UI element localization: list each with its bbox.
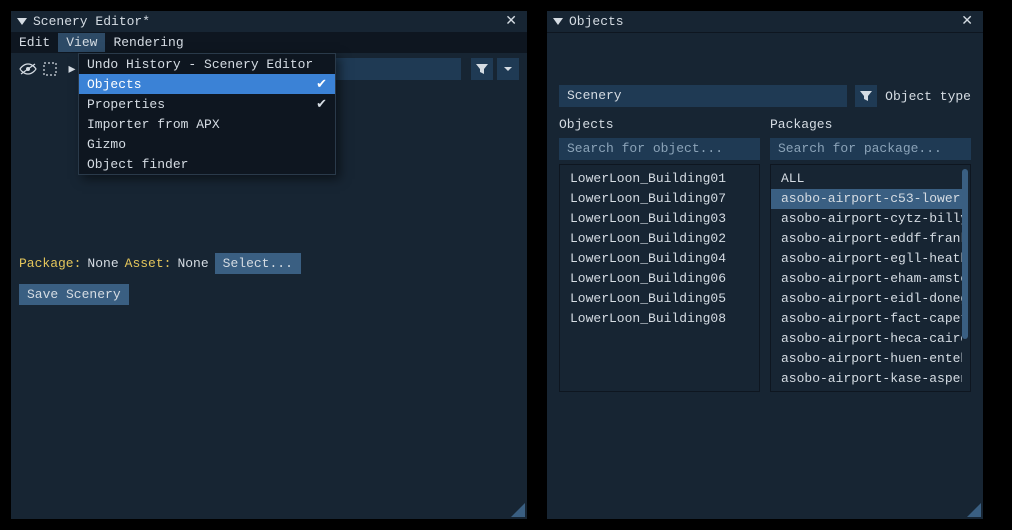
collapse-triangle-icon[interactable] xyxy=(17,18,27,25)
objects-list[interactable]: LowerLoon_Building01LowerLoon_Building07… xyxy=(559,164,760,392)
dd-object-finder[interactable]: Object finder xyxy=(79,154,335,174)
check-icon: ✔ xyxy=(316,97,327,112)
list-item[interactable]: LowerLoon_Building06 xyxy=(560,269,759,289)
menu-view[interactable]: View xyxy=(58,33,105,52)
save-scenery-button[interactable]: Save Scenery xyxy=(19,284,129,305)
titlebar[interactable]: Scenery Editor* ✕ xyxy=(11,11,527,33)
titlebar[interactable]: Objects ✕ xyxy=(547,11,983,33)
select-button[interactable]: Select... xyxy=(215,253,301,274)
list-item[interactable]: ALL xyxy=(771,169,962,189)
list-item[interactable]: asobo-airport-huen-entebbe xyxy=(771,349,962,369)
packages-list[interactable]: ALLasobo-airport-c53-lowerloonasobo-airp… xyxy=(770,164,971,392)
check-icon: ✔ xyxy=(316,77,327,92)
objects-window: Objects ✕ Scenery Object type Objects Se… xyxy=(546,10,984,520)
dd-importer[interactable]: Importer from APX xyxy=(79,114,335,134)
list-item[interactable]: LowerLoon_Building07 xyxy=(560,189,759,209)
filter-icon[interactable] xyxy=(471,58,493,80)
dd-gizmo[interactable]: Gizmo xyxy=(79,134,335,154)
list-item[interactable]: asobo-airport-eidl-donegal xyxy=(771,289,962,309)
resize-handle-icon[interactable] xyxy=(967,503,981,517)
package-value: None xyxy=(87,256,118,271)
packages-column: Packages Search for package... ALLasobo-… xyxy=(770,117,971,392)
search-objects-input[interactable]: Search for object... xyxy=(559,138,760,160)
list-item[interactable]: LowerLoon_Building08 xyxy=(560,309,759,329)
list-item[interactable]: LowerLoon_Building04 xyxy=(560,249,759,269)
selection-icon[interactable] xyxy=(41,60,59,78)
list-item[interactable]: LowerLoon_Building01 xyxy=(560,169,759,189)
menubar: Edit View Rendering xyxy=(11,33,527,53)
objects-column: Objects Search for object... LowerLoon_B… xyxy=(559,117,760,392)
menu-rendering[interactable]: Rendering xyxy=(105,33,191,52)
window-title: Objects xyxy=(569,14,953,29)
dd-objects[interactable]: Objects ✔ xyxy=(79,74,335,94)
filter-icon[interactable] xyxy=(855,85,877,107)
scenery-combobox[interactable]: Scenery xyxy=(559,85,847,107)
list-item[interactable]: asobo-airport-eddf-frankfurt xyxy=(771,229,962,249)
dd-undo-history[interactable]: Undo History - Scenery Editor xyxy=(79,54,335,74)
resize-handle-icon[interactable] xyxy=(511,503,525,517)
list-item[interactable]: asobo-airport-fact-capetown xyxy=(771,309,962,329)
objects-body: Scenery Object type Objects Search for o… xyxy=(547,33,983,404)
list-item[interactable]: asobo-airport-c53-lowerloon xyxy=(771,189,962,209)
eye-icon[interactable] xyxy=(19,60,37,78)
search-packages-input[interactable]: Search for package... xyxy=(770,138,971,160)
menu-edit[interactable]: Edit xyxy=(11,33,58,52)
scrollbar[interactable] xyxy=(962,169,968,339)
objects-header: Objects xyxy=(559,117,760,132)
view-dropdown: Undo History - Scenery Editor Objects ✔ … xyxy=(78,53,336,175)
scenery-row: Scenery Object type xyxy=(559,85,971,107)
close-icon[interactable]: ✕ xyxy=(957,13,977,30)
two-column-area: Objects Search for object... LowerLoon_B… xyxy=(559,117,971,392)
list-item[interactable]: asobo-airport-kase-aspen xyxy=(771,369,962,389)
list-item[interactable]: asobo-airport-cytz-billy xyxy=(771,209,962,229)
scenery-editor-window: Scenery Editor* ✕ Edit View Rendering ▸ … xyxy=(10,10,528,520)
object-type-label: Object type xyxy=(885,89,971,104)
list-item[interactable]: asobo-airport-heca-cairo xyxy=(771,329,962,349)
list-item[interactable]: LowerLoon_Building05 xyxy=(560,289,759,309)
collapse-triangle-icon[interactable] xyxy=(553,18,563,25)
dd-properties[interactable]: Properties ✔ xyxy=(79,94,335,114)
packages-header: Packages xyxy=(770,117,971,132)
list-item[interactable]: LowerLoon_Building03 xyxy=(560,209,759,229)
list-item[interactable]: asobo-airport-egll-heathrow xyxy=(771,249,962,269)
list-item[interactable]: asobo-airport-eham-amsterdam xyxy=(771,269,962,289)
dropdown-triangle-icon[interactable] xyxy=(497,58,519,80)
package-label: Package: xyxy=(19,256,81,271)
window-title: Scenery Editor* xyxy=(33,14,497,29)
asset-value: None xyxy=(177,256,208,271)
list-item[interactable]: LowerLoon_Building02 xyxy=(560,229,759,249)
package-asset-row: Package: None Asset: None Select... xyxy=(19,253,519,274)
asset-label: Asset: xyxy=(125,256,172,271)
close-icon[interactable]: ✕ xyxy=(501,13,521,30)
